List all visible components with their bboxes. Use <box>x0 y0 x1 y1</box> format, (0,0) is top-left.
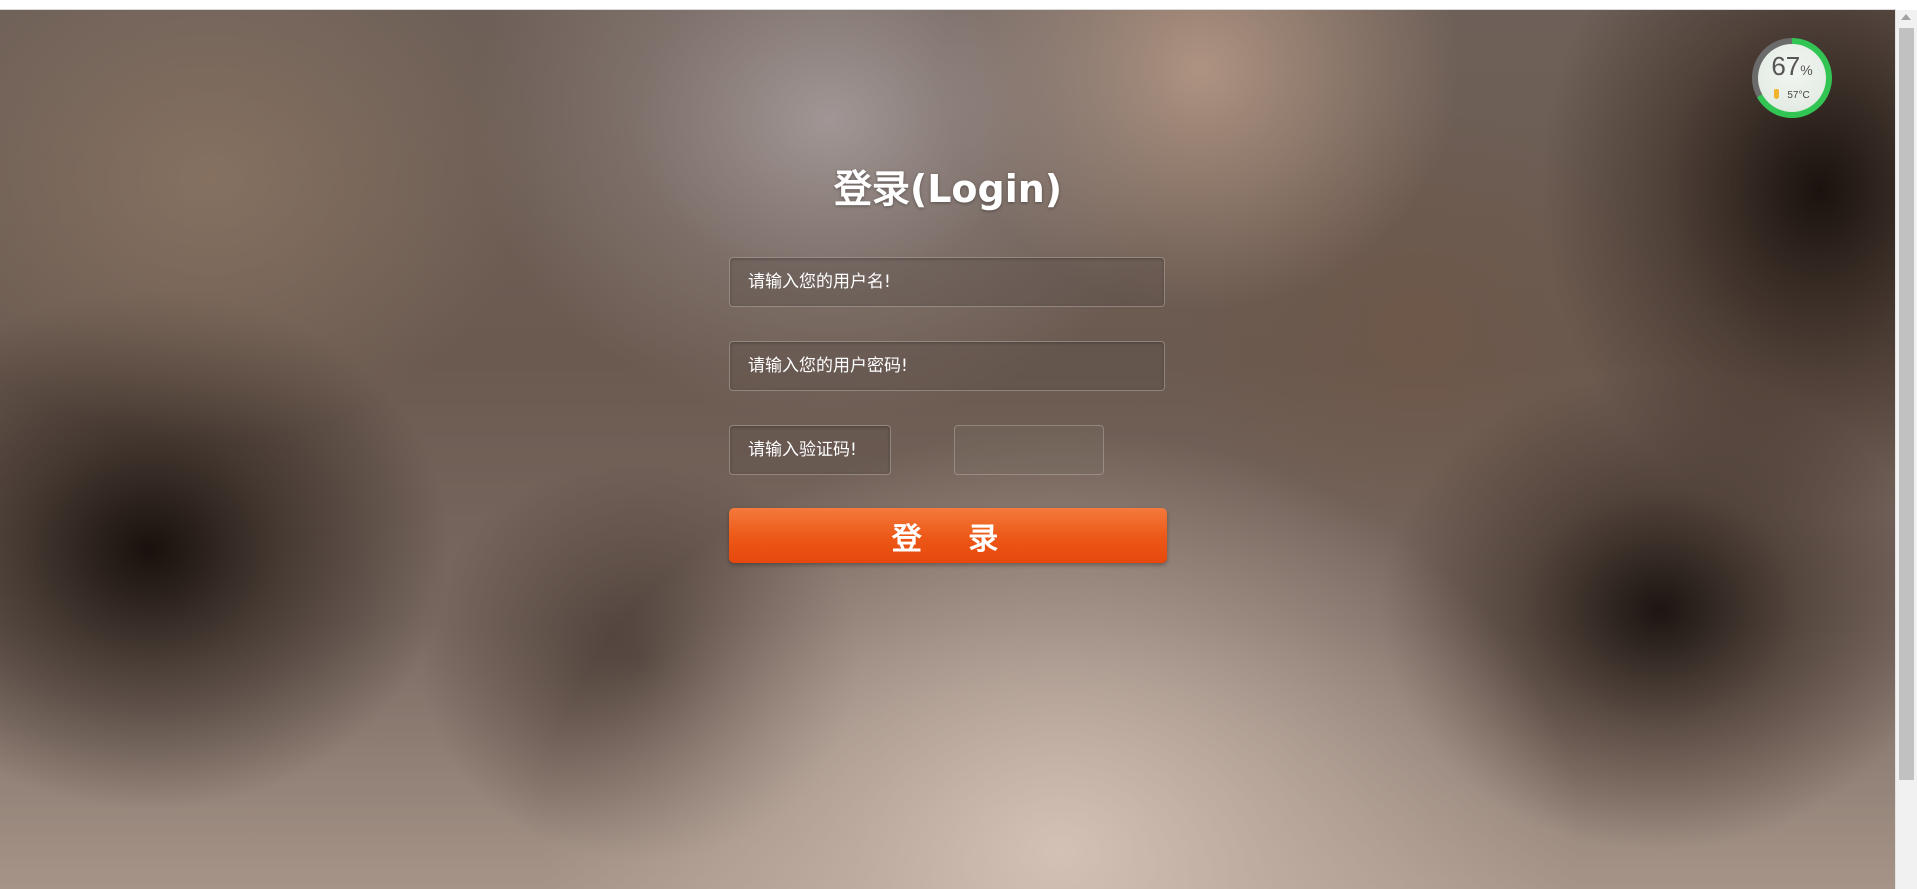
login-button[interactable]: 登 录 <box>729 508 1167 563</box>
top-strip <box>0 0 1896 10</box>
usage-value: 67 <box>1771 51 1801 81</box>
scrollbar-thumb[interactable] <box>1899 28 1914 780</box>
login-title: 登录(Login) <box>833 167 1063 211</box>
scroll-up-arrow-icon[interactable] <box>1901 14 1911 20</box>
vertical-scrollbar[interactable] <box>1895 10 1917 889</box>
usage-unit: % <box>1800 62 1813 78</box>
widget-face: 67% 57°C <box>1758 44 1826 112</box>
temperature-value: 57°C <box>1787 90 1810 101</box>
usage-readout: 67% <box>1758 52 1826 84</box>
system-usage-widget[interactable]: 67% 57°C <box>1752 38 1832 118</box>
temperature-readout: 57°C <box>1758 89 1826 101</box>
username-input[interactable] <box>729 257 1165 307</box>
captcha-input[interactable] <box>729 425 891 475</box>
login-form: 登录(Login) 登 录 <box>729 160 1167 563</box>
password-input[interactable] <box>729 341 1165 391</box>
login-page: 67% 57°C 登录(Login) 登 录 <box>0 0 1917 889</box>
blurred-background: 67% 57°C 登录(Login) 登 录 <box>0 10 1896 889</box>
captcha-image[interactable] <box>954 425 1104 475</box>
thermometer-icon <box>1774 89 1780 99</box>
